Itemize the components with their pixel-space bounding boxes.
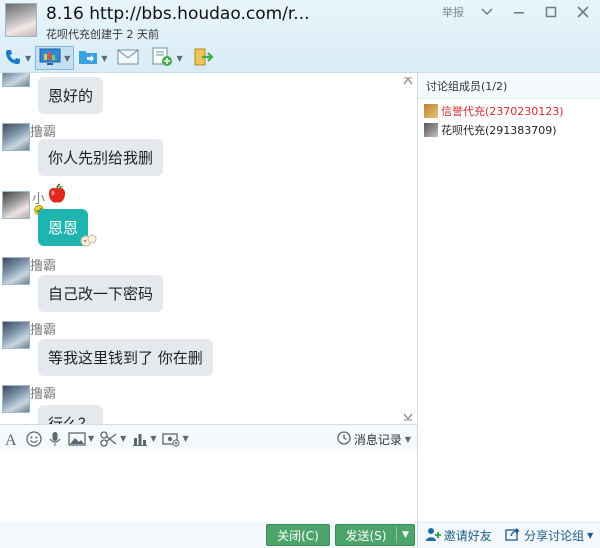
- emoji-icon[interactable]: [26, 430, 42, 447]
- image-icon[interactable]: ▼: [68, 431, 94, 446]
- sender-name[interactable]: 撸霸: [30, 319, 56, 338]
- group-avatar[interactable]: [5, 3, 37, 37]
- clock-icon: [337, 431, 351, 448]
- message-bubble[interactable]: 自己改一下密码: [38, 275, 164, 312]
- share-icon: [505, 527, 521, 544]
- history-label: 消息记录: [353, 433, 402, 447]
- message-bubble[interactable]: 行么？: [38, 405, 104, 424]
- microphone-icon[interactable]: [48, 431, 62, 447]
- chevron-down-icon[interactable]: ▼: [182, 434, 188, 443]
- chevron-down-icon[interactable]: ▼: [88, 434, 94, 443]
- close-icon[interactable]: [574, 5, 592, 19]
- close-button[interactable]: 关闭(C): [266, 524, 330, 546]
- share-group-button[interactable]: 分享讨论组 ▼: [505, 527, 593, 544]
- message-item: 小 恩恩: [0, 183, 417, 250]
- invite-label: 邀请好友: [443, 529, 492, 543]
- email-button[interactable]: [117, 46, 139, 70]
- screen-icon: [39, 48, 61, 69]
- avatar: [424, 122, 438, 137]
- member-panel-footer: 邀请好友 分享讨论组 ▼: [418, 522, 600, 548]
- chevron-down-icon[interactable]: ▼: [64, 54, 70, 63]
- member-item[interactable]: 花呗代充(291383709): [418, 120, 600, 139]
- exit-group-button[interactable]: [193, 46, 215, 70]
- member-name: 信誉代充(2370230123): [441, 104, 564, 118]
- chevron-down-icon[interactable]: ▼: [101, 54, 107, 63]
- add-note-icon: [151, 47, 173, 70]
- chevron-down-icon[interactable]: ▼: [176, 54, 182, 63]
- message-item: 撸霸 你人先别给我删: [0, 121, 417, 177]
- message-item: 撸霸 行么？: [0, 383, 417, 424]
- window-title: 8.16 http://bbs.houdao.com/r...: [46, 4, 310, 24]
- collapse-down-icon[interactable]: [403, 411, 413, 424]
- avatar[interactable]: [2, 321, 30, 349]
- chevron-down-icon[interactable]: ▼: [150, 434, 156, 443]
- exit-icon: [193, 47, 215, 70]
- send-button[interactable]: 发送(S) ▼: [335, 524, 415, 546]
- member-name: 花呗代充(291383709): [441, 123, 557, 137]
- avatar[interactable]: [2, 191, 30, 219]
- member-panel-title: 讨论组成员(1/2): [418, 73, 600, 99]
- chevron-down-icon[interactable]: ▼: [25, 54, 31, 63]
- bar-chart-icon[interactable]: ▼: [132, 431, 156, 447]
- message-item: 撸霸 自己改一下密码: [0, 253, 417, 312]
- chevron-down-icon[interactable]: ▼: [587, 531, 593, 540]
- avatar[interactable]: [2, 385, 30, 413]
- window-controls: 举报: [442, 4, 592, 20]
- send-label: 发送(S): [345, 528, 387, 543]
- voice-call-button[interactable]: ▼: [4, 46, 31, 70]
- header-toolbar: ▼ ▼ ▼ ▼: [0, 44, 215, 72]
- avatar[interactable]: [2, 73, 30, 87]
- minimize-icon[interactable]: [510, 5, 528, 19]
- font-icon[interactable]: A: [4, 431, 20, 447]
- sender-name[interactable]: 撸霸: [30, 121, 56, 140]
- scissors-icon[interactable]: ▼: [100, 430, 126, 447]
- invite-friend-button[interactable]: 邀请好友: [425, 526, 492, 545]
- chat-history[interactable]: 恩好的 撸霸 你人先别给我删 小 恩恩 撸霸 自己改一下密码 撸霸 等我这里钱到…: [0, 72, 418, 424]
- chevron-down-icon[interactable]: [478, 5, 496, 19]
- member-panel: 讨论组成员(1/2) 信誉代充(2370230123) 花呗代充(2913837…: [418, 72, 600, 522]
- member-item[interactable]: 信誉代充(2370230123): [418, 101, 600, 120]
- share-label: 分享讨论组: [524, 529, 585, 543]
- message-item: 撸霸 等我这里钱到了 你在删: [0, 319, 417, 377]
- chevron-down-icon[interactable]: ▼: [405, 435, 411, 444]
- message-history-button[interactable]: 消息记录 ▼: [337, 431, 411, 448]
- message-item: 恩好的: [0, 73, 417, 117]
- avatar[interactable]: [2, 257, 30, 285]
- folder-icon: [78, 48, 98, 69]
- add-app-button[interactable]: ▼: [151, 46, 183, 70]
- sender-name[interactable]: 撸霸: [30, 255, 56, 274]
- window-header: 8.16 http://bbs.houdao.com/r... 花呗代充创建于 …: [0, 0, 600, 72]
- sender-name[interactable]: 撸霸: [30, 383, 56, 402]
- input-toolbar: A ▼ ▼ ▼ ▼ 消息记录 ▼: [0, 424, 418, 452]
- svg-text:A: A: [5, 432, 17, 447]
- message-bubble[interactable]: 等我这里钱到了 你在删: [38, 339, 213, 376]
- phone-icon: [4, 48, 22, 69]
- add-user-icon: [425, 526, 441, 545]
- report-link[interactable]: 举报: [442, 4, 464, 20]
- message-bubble[interactable]: 恩好的: [38, 77, 104, 114]
- message-bubble[interactable]: 你人先别给我删: [38, 139, 164, 176]
- avatar: [424, 103, 438, 118]
- avatar[interactable]: [2, 123, 30, 151]
- sender-name[interactable]: 小: [32, 188, 45, 207]
- mail-icon: [117, 49, 139, 68]
- chevron-down-icon[interactable]: ▼: [120, 434, 126, 443]
- apple-icon: [46, 183, 68, 208]
- window-subtitle: 花呗代充创建于 2 天前: [46, 28, 159, 41]
- bubble-decoration-icon: [80, 233, 98, 250]
- message-input[interactable]: [0, 452, 418, 522]
- chevron-down-icon[interactable]: ▼: [397, 530, 414, 540]
- screen-share-button[interactable]: ▼: [35, 46, 75, 70]
- send-file-button[interactable]: ▼: [78, 46, 107, 70]
- maximize-icon[interactable]: [542, 5, 560, 19]
- gift-icon[interactable]: ▼: [162, 431, 189, 447]
- action-bar: 关闭(C) 发送(S) ▼: [0, 522, 418, 548]
